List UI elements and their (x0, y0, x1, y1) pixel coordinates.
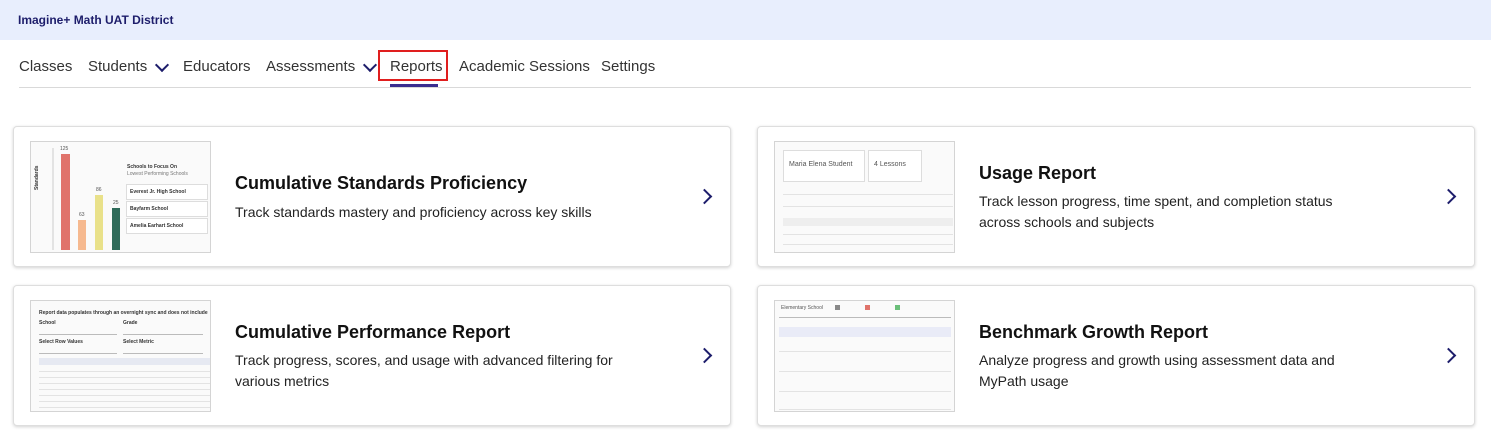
chart-bar (112, 208, 120, 250)
nav-divider (19, 87, 1471, 88)
report-card-usage[interactable]: Maria Elena Student 4 Lessons Usage Repo… (757, 126, 1475, 267)
school-item: Bayfarm School (126, 201, 208, 217)
row-divider (783, 244, 953, 245)
table-header (39, 358, 210, 365)
card-description: Track lesson progress, time spent, and c… (979, 193, 1333, 230)
tab-classes[interactable]: Classes (19, 58, 72, 75)
chart-bar (78, 220, 86, 250)
thumbnail-performance-table: Report data populates through an overnig… (30, 300, 211, 412)
card-title: Cumulative Standards Proficiency (235, 173, 528, 193)
report-card-cumulative-standards[interactable]: Standards 125 63 86 25 Schools to Focus … (13, 126, 731, 267)
chart-bar (95, 195, 103, 250)
school-item: Everest Jr. High School (126, 184, 208, 200)
card-title: Cumulative Performance Report (235, 322, 511, 342)
tab-students[interactable]: Students (88, 57, 170, 75)
dropdown-line (39, 353, 117, 354)
student-box: Maria Elena Student (783, 150, 865, 182)
panel-title: Schools to Focus On (127, 164, 178, 170)
card-title: Benchmark Growth Report (979, 322, 1209, 342)
bar-label: 25 (113, 200, 119, 206)
row-divider (783, 234, 953, 235)
tab-settings[interactable]: Settings (601, 58, 655, 75)
legend-swatch (895, 305, 900, 310)
dropdown-line (123, 334, 203, 335)
district-name: Imagine+ Math UAT District (18, 13, 174, 27)
school-item: Amelia Earhart School (126, 218, 208, 234)
chevron-down-icon (155, 57, 170, 72)
report-card-cumulative-performance[interactable]: Report data populates through an overnig… (13, 285, 731, 426)
chevron-right-icon[interactable] (696, 347, 713, 364)
table-header (783, 218, 953, 226)
thumbnail-standards-chart: Standards 125 63 86 25 Schools to Focus … (30, 141, 211, 253)
reports-highlight-box (378, 50, 448, 81)
card-description: Track standards mastery and proficiency … (235, 204, 592, 220)
legend-swatch (865, 305, 870, 310)
table-header (779, 327, 951, 337)
card-description: Analyze progress and growth using assess… (979, 352, 1335, 389)
dropdown-line (39, 334, 117, 335)
top-bar: Imagine+ Math UAT District (0, 0, 1491, 40)
dropdown-line (123, 353, 203, 354)
lessons-box: 4 Lessons (868, 150, 922, 182)
panel-subtitle: Lowest Performing Schools (127, 171, 188, 177)
report-card-benchmark-growth[interactable]: Elementary School Benchmark Growth Repor… (757, 285, 1475, 426)
chevron-right-icon[interactable] (1440, 347, 1457, 364)
row-divider (783, 206, 953, 207)
chart-bar (61, 154, 70, 250)
tab-academic-sessions[interactable]: Academic Sessions (459, 58, 590, 75)
row-divider (783, 194, 953, 195)
chevron-down-icon (363, 57, 378, 72)
chevron-right-icon[interactable] (696, 188, 713, 205)
tab-educators[interactable]: Educators (183, 58, 251, 75)
bar-label: 63 (79, 212, 85, 218)
chart-axis-label: Standards (34, 165, 40, 190)
card-description: Track progress, scores, and usage with a… (235, 352, 613, 389)
legend-swatch (835, 305, 840, 310)
bar-label: 86 (96, 187, 102, 193)
tab-assessments[interactable]: Assessments (266, 57, 378, 75)
thumbnail-usage-report: Maria Elena Student 4 Lessons (774, 141, 955, 253)
chevron-right-icon[interactable] (1440, 188, 1457, 205)
thumbnail-benchmark-table: Elementary School (774, 300, 955, 412)
card-title: Usage Report (979, 163, 1097, 183)
bar-label: 125 (60, 146, 69, 152)
